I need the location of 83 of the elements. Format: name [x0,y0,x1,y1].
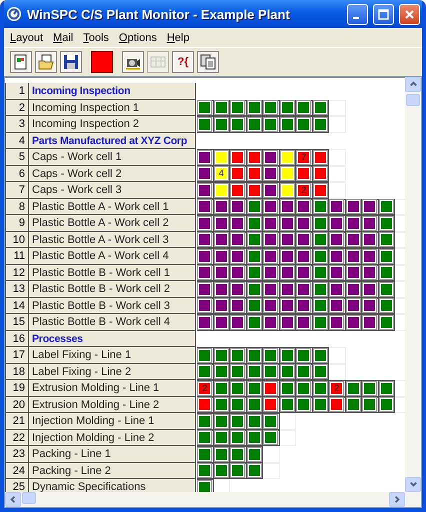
row-number: 3 [5,116,29,132]
row-label[interactable]: Dynamic Specifications [29,479,196,492]
row-label[interactable]: Incoming Inspection 1 [29,100,196,116]
row-number: 1 [5,83,29,100]
group-heading[interactable]: Incoming Inspection [29,83,196,100]
horizontal-scrollbar[interactable] [5,492,421,507]
row-label[interactable]: Plastic Bottle B - Work cell 3 [29,298,196,314]
row-number: 22 [5,430,29,446]
toolbar-button[interactable] [197,50,219,72]
row-number: 5 [5,149,29,166]
help-button[interactable]: ?{ [172,50,194,72]
row-number: 13 [5,281,29,298]
row-label[interactable]: Caps - Work cell 2 [29,166,196,182]
row-label[interactable]: Extrusion Molding - Line 1 [29,380,196,396]
row-number: 9 [5,215,29,232]
toolbar-button[interactable] [35,50,57,72]
maximize-icon [378,8,389,20]
group-heading[interactable]: Processes [29,330,196,347]
open-folder-icon [38,54,54,70]
row-number: 12 [5,264,29,281]
row-number: 4 [5,132,29,149]
toolbar-button[interactable] [60,50,82,72]
row-number: 17 [5,347,29,364]
save-icon [63,54,79,70]
group-heading[interactable]: Parts Manufactured at XYZ Corp [29,132,196,149]
row-label[interactable]: Plastic Bottle A - Work cell 2 [29,215,196,232]
menu-item[interactable]: Tools [83,32,109,44]
app-icon [6,6,22,22]
menu-item[interactable]: Mail [53,32,74,44]
row-number: 16 [5,330,29,347]
row-number: 20 [5,396,29,413]
row-label[interactable]: Plastic Bottle B - Work cell 1 [29,264,196,281]
maximize-button[interactable] [373,4,394,24]
row-number: 25 [5,479,29,492]
row-label[interactable]: Plastic Bottle B - Work cell 4 [29,314,196,330]
row-label[interactable]: Plastic Bottle A - Work cell 4 [29,248,196,264]
row-number: 10 [5,232,29,248]
close-button[interactable] [399,4,420,24]
row-number: 15 [5,314,29,330]
row-label[interactable]: Caps - Work cell 1 [29,149,196,166]
row-label[interactable]: Label Fixing - Line 1 [29,347,196,364]
row-label[interactable]: Plastic Bottle A - Work cell 3 [29,232,196,248]
minimize-button[interactable] [347,4,368,24]
row-number: 18 [5,364,29,380]
row-number: 11 [5,248,29,264]
scroll-thumb[interactable] [406,94,420,106]
row-number: 21 [5,413,29,430]
close-icon [404,8,415,20]
row-number: 23 [5,446,29,462]
row-label[interactable]: Plastic Bottle A - Work cell 1 [29,198,196,215]
row-label[interactable]: Caps - Work cell 3 [29,182,196,198]
row-label[interactable]: Injection Molding - Line 1 [29,413,196,430]
row-label[interactable]: Packing - Line 2 [29,462,196,479]
menu-item[interactable]: Options [118,32,157,44]
toolbar-button[interactable] [122,50,144,72]
copy-icon [200,54,216,70]
scroll-thumb[interactable] [22,492,36,504]
row-number: 8 [5,198,29,215]
row-label[interactable]: Plastic Bottle B - Work cell 2 [29,281,196,298]
row-number: 6 [5,166,29,182]
row-label[interactable]: Incoming Inspection 2 [29,116,196,132]
stop-button[interactable] [91,50,113,72]
scroll-up-button[interactable] [405,77,421,92]
toolbar-button[interactable] [10,50,32,72]
scroll-right-button[interactable] [389,492,405,507]
minimize-icon [353,17,359,19]
row-number: 14 [5,298,29,314]
row-number: 7 [5,182,29,198]
menu-item[interactable]: Layout [10,32,44,44]
row-number: 24 [5,462,29,479]
grid-icon [150,54,166,70]
row-label[interactable]: Label Fixing - Line 2 [29,364,196,380]
row-number: 2 [5,100,29,116]
row-label[interactable]: Packing - Line 1 [29,446,196,462]
new-document-icon [13,54,29,70]
menu-item[interactable]: Help [166,32,190,44]
window-title: WinSPC C/S Plant Monitor - Example Plant [27,6,291,22]
vertical-scrollbar[interactable] [405,77,421,492]
row-number: 19 [5,380,29,396]
scroll-down-button[interactable] [405,477,421,492]
scroll-left-button[interactable] [5,492,21,507]
row-label[interactable]: Extrusion Molding - Line 2 [29,396,196,413]
row-label[interactable]: Injection Molding - Line 2 [29,430,196,446]
